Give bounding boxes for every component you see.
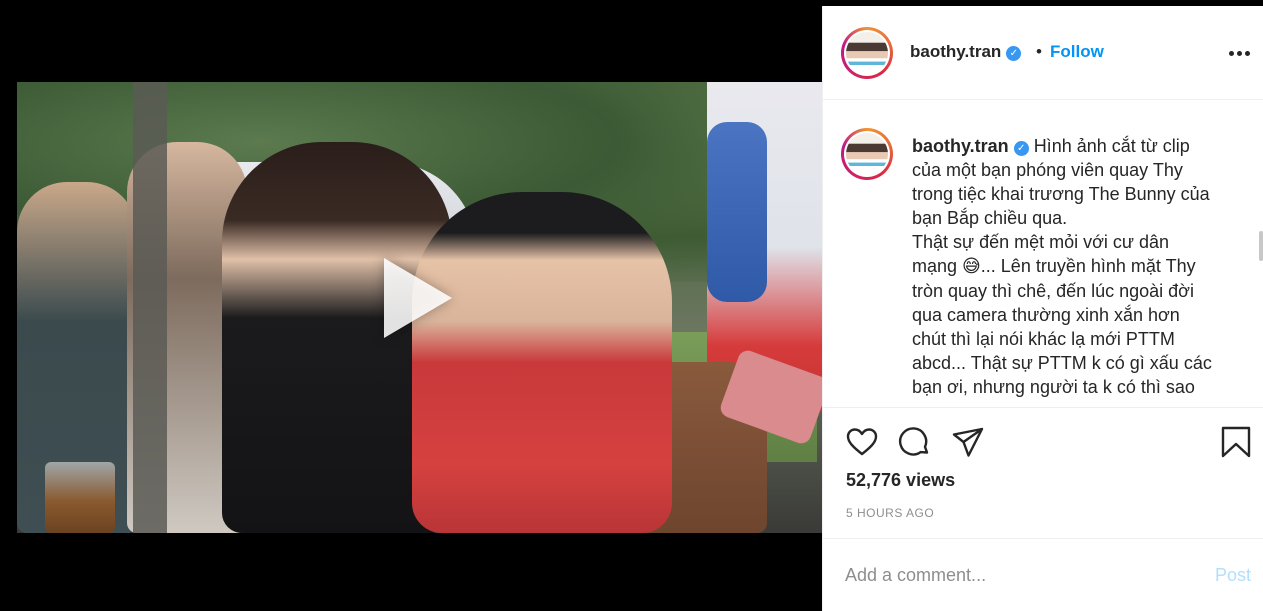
video-frame-backpack bbox=[707, 122, 767, 302]
caption-avatar[interactable] bbox=[841, 128, 893, 180]
comment-icon[interactable] bbox=[898, 425, 932, 459]
more-dot bbox=[1237, 50, 1242, 56]
avatar-image bbox=[846, 133, 888, 175]
caption-scrollbar[interactable] bbox=[1259, 231, 1263, 261]
header-username[interactable]: baothy.tran bbox=[910, 42, 1001, 61]
more-options-icon[interactable] bbox=[1229, 43, 1250, 63]
post-timestamp[interactable]: 5 HOURS AGO bbox=[846, 506, 934, 520]
more-dot bbox=[1245, 50, 1250, 56]
caption-username[interactable]: baothy.tran bbox=[912, 136, 1009, 156]
avatar[interactable] bbox=[841, 27, 893, 79]
comment-box: Post bbox=[823, 538, 1263, 611]
caption-line: chút thì lại nói khác lạ mới PTTM bbox=[912, 328, 1175, 349]
caption-line: bạn Bắp chiều qua. bbox=[912, 208, 1068, 229]
avatar-image bbox=[846, 32, 888, 74]
post-side-panel: baothy.tran ✓ • Follow baothy.tran ✓ Hình … bbox=[822, 6, 1263, 611]
view-count[interactable]: 52,776 views bbox=[846, 470, 955, 491]
caption-line: qua camera thường xinh xắn hơn bbox=[912, 304, 1180, 325]
separator-dot: • bbox=[1036, 42, 1042, 61]
follow-button[interactable]: Follow bbox=[1050, 42, 1104, 62]
play-icon[interactable] bbox=[384, 258, 452, 338]
caption-line: tròn quay thì chê, đến lúc ngoài đời bbox=[912, 280, 1194, 301]
post-button[interactable]: Post bbox=[1215, 565, 1251, 586]
caption-line: trong tiệc khai trương The Bunny của bbox=[912, 184, 1210, 205]
video-frame-man bbox=[412, 192, 672, 533]
video-frame-cup bbox=[45, 462, 115, 533]
video-player[interactable] bbox=[17, 82, 822, 533]
caption-line: Thật sự đến mệt mỏi với cư dân bbox=[912, 232, 1170, 253]
video-frame-pole bbox=[133, 82, 167, 533]
caption-area[interactable]: baothy.tran ✓ Hình ảnh cắt từ clip của mộ… bbox=[823, 101, 1263, 406]
caption-line: của một bạn phóng viên quay Thy bbox=[912, 160, 1183, 181]
caption-line: Hình ảnh cắt từ clip bbox=[1033, 136, 1190, 156]
caption-line: mạng 😅... Lên truyền hình mặt Thy bbox=[912, 256, 1196, 277]
caption-line: bạn ơi, nhưng người ta k có thì sao bbox=[912, 376, 1195, 397]
caption-line: abcd... Thật sự PTTM k có gì xấu các bbox=[912, 352, 1212, 373]
comment-input[interactable] bbox=[845, 561, 1185, 589]
verified-badge-icon: ✓ bbox=[1006, 46, 1022, 61]
header-username-link[interactable]: baothy.tran ✓ bbox=[910, 42, 1022, 62]
bookmark-icon[interactable] bbox=[1219, 425, 1253, 459]
more-dot bbox=[1229, 50, 1234, 56]
post-actions: 52,776 views 5 HOURS AGO bbox=[823, 407, 1263, 542]
post-header: baothy.tran ✓ • Follow bbox=[823, 6, 1263, 100]
caption-text: baothy.tran ✓ Hình ảnh cắt từ clip của mộ… bbox=[912, 134, 1242, 399]
verified-badge-icon: ✓ bbox=[1013, 141, 1029, 156]
heart-icon[interactable] bbox=[845, 425, 879, 459]
share-icon[interactable] bbox=[951, 425, 985, 459]
